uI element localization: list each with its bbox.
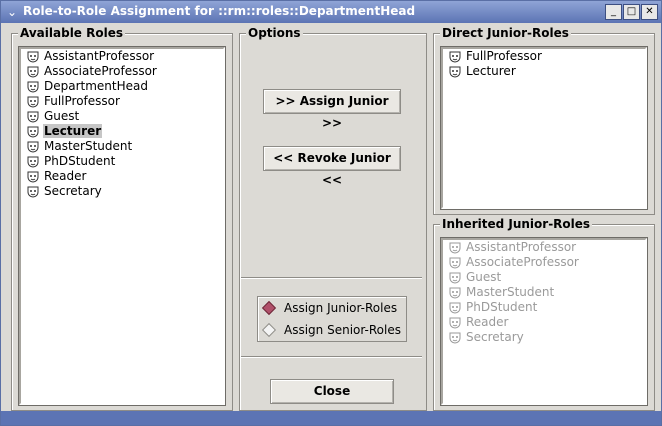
role-mask-icon — [27, 51, 39, 63]
inherited-junior-role-item: MasterStudent — [443, 285, 645, 300]
options-separator-top — [241, 277, 422, 279]
available-role-item[interactable]: AssistantProfessor — [21, 49, 223, 64]
available-roles-list[interactable]: AssistantProfessor AssociateProfessor Depa… — [18, 46, 226, 406]
role-assignment-window: ⌄ Role-to-Role Assignment for ::rm::role… — [0, 0, 662, 426]
role-mask-icon — [449, 242, 461, 254]
role-label: DepartmentHead — [44, 79, 148, 93]
available-role-item[interactable]: FullProfessor — [21, 94, 223, 109]
available-role-item[interactable]: MasterStudent — [21, 139, 223, 154]
role-mask-icon — [27, 141, 39, 153]
role-label: MasterStudent — [44, 139, 133, 153]
inherited-junior-role-item: Reader — [443, 315, 645, 330]
close-button[interactable]: Close — [270, 379, 394, 404]
minimize-button[interactable]: _ — [605, 4, 622, 20]
maximize-button[interactable]: □ — [623, 4, 640, 20]
role-mask-icon — [449, 332, 461, 344]
inherited-junior-role-item: AssociateProfessor — [443, 255, 645, 270]
role-mask-icon — [449, 272, 461, 284]
inherited-junior-role-item: AssistantProfessor — [443, 240, 645, 255]
role-mask-icon — [27, 81, 39, 93]
inherited-junior-roles-list: AssistantProfessor AssociateProfessor Gues… — [440, 237, 648, 406]
direct-junior-roles-list[interactable]: FullProfessor Lecturer — [440, 46, 648, 210]
role-mask-icon — [449, 302, 461, 314]
radio-unchecked-icon — [261, 322, 277, 338]
options-label: Options — [246, 26, 303, 40]
role-mask-icon — [27, 171, 39, 183]
role-label: FullProfessor — [466, 49, 542, 63]
role-mask-icon — [27, 96, 39, 108]
available-role-item[interactable]: Guest — [21, 109, 223, 124]
role-mask-icon — [27, 126, 39, 138]
direct-junior-role-item[interactable]: FullProfessor — [443, 49, 645, 64]
direct-junior-role-item[interactable]: Lecturer — [443, 64, 645, 79]
role-label: Reader — [44, 169, 87, 183]
role-label: Secretary — [44, 184, 102, 198]
role-mask-icon — [449, 317, 461, 329]
radio-checked-icon — [261, 300, 277, 316]
inherited-junior-role-item: Guest — [443, 270, 645, 285]
role-label: Secretary — [466, 330, 524, 344]
assign-senior-roles-label: Assign Senior-Roles — [284, 323, 401, 337]
window-menu-icon[interactable]: ⌄ — [4, 4, 20, 20]
role-label: MasterStudent — [466, 285, 555, 299]
role-label: AssociateProfessor — [44, 64, 157, 78]
revoke-junior-button[interactable]: << Revoke Junior << — [263, 146, 401, 187]
role-label: PhDStudent — [466, 300, 538, 314]
role-mask-icon — [449, 257, 461, 269]
role-mask-icon — [27, 66, 39, 78]
window-title: Role-to-Role Assignment for ::rm::roles:… — [23, 4, 416, 18]
inherited-junior-role-item: PhDStudent — [443, 300, 645, 315]
assign-junior-button[interactable]: >> Assign Junior >> — [263, 89, 401, 130]
inherited-junior-role-item: Secretary — [443, 330, 645, 345]
role-label: Reader — [466, 315, 509, 329]
role-label: AssistantProfessor — [44, 49, 155, 63]
options-separator-bottom — [241, 356, 422, 358]
available-role-item[interactable]: DepartmentHead — [21, 79, 223, 94]
role-label: FullProfessor — [44, 94, 120, 108]
assign-junior-roles-label: Assign Junior-Roles — [284, 301, 398, 315]
role-direction-radio-group: Assign Junior-Roles Assign Senior-Roles — [257, 296, 407, 342]
title-bar[interactable]: ⌄ Role-to-Role Assignment for ::rm::role… — [1, 1, 661, 23]
available-role-item[interactable]: PhDStudent — [21, 154, 223, 169]
available-role-item[interactable]: Lecturer — [21, 124, 223, 139]
direct-junior-roles-label: Direct Junior-Roles — [440, 26, 571, 40]
role-mask-icon — [27, 111, 39, 123]
available-role-item[interactable]: AssociateProfessor — [21, 64, 223, 79]
role-label: AssistantProfessor — [466, 240, 577, 254]
role-mask-icon — [449, 287, 461, 299]
role-label: Lecturer — [466, 64, 516, 78]
role-label: AssociateProfessor — [466, 255, 579, 269]
close-window-button[interactable]: ✕ — [641, 4, 658, 20]
available-roles-label: Available Roles — [18, 26, 126, 40]
role-mask-icon — [27, 156, 39, 168]
available-role-item[interactable]: Secretary — [21, 184, 223, 199]
role-mask-icon — [449, 66, 461, 78]
role-mask-icon — [27, 186, 39, 198]
role-label: PhDStudent — [44, 154, 116, 168]
role-label: Lecturer — [43, 124, 103, 138]
available-role-item[interactable]: Reader — [21, 169, 223, 184]
role-mask-icon — [449, 51, 461, 63]
inherited-junior-roles-label: Inherited Junior-Roles — [440, 217, 593, 231]
role-label: Guest — [466, 270, 502, 284]
role-label: Guest — [44, 109, 80, 123]
window-bottom-border — [1, 411, 661, 425]
